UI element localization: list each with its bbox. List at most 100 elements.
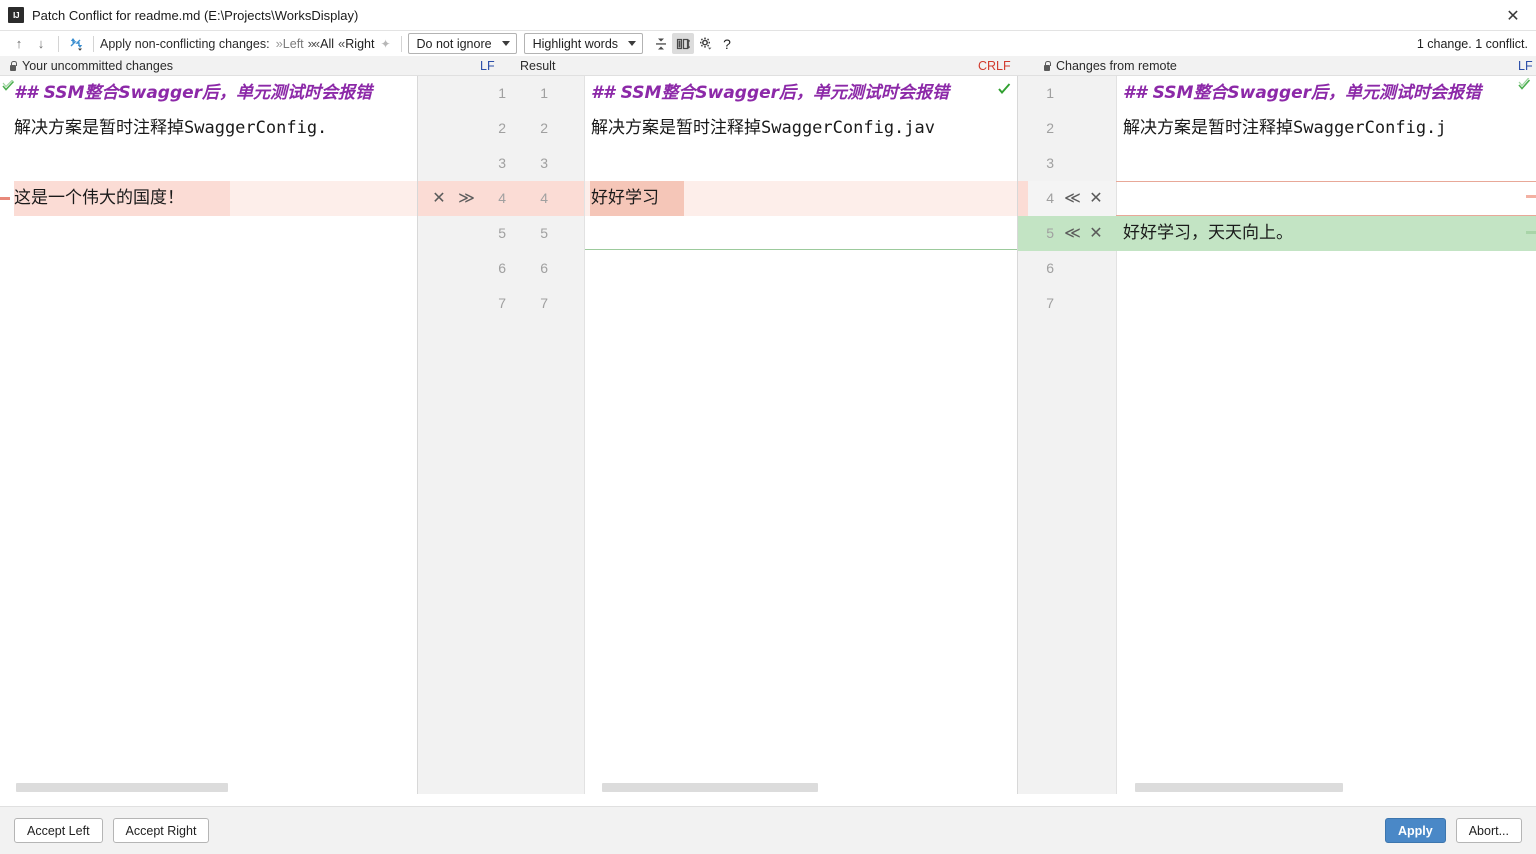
- right-linenumber-5: 5: [1046, 225, 1054, 241]
- result-right-linenumber-3: 3: [540, 155, 548, 171]
- app-icon: [8, 7, 24, 23]
- result-right-linenumber-6: 6: [540, 260, 548, 276]
- apply-right-label: Right: [345, 36, 375, 51]
- window-title: Patch Conflict for readme.md (E:\Project…: [32, 7, 359, 23]
- right-editor-pane[interactable]: ≪ ✕ ≪ ✕ 1 2 3 4 5 6 7 ## SSM整合Swagger后，单…: [1018, 76, 1536, 794]
- apply-left-button[interactable]: » Left: [276, 36, 304, 51]
- apply-nonconflicting-label: Apply non-conflicting changes:: [100, 36, 270, 51]
- pane-header-bar: Your uncommitted changes LF Result CRLF …: [0, 56, 1536, 76]
- result-right-linenumber-2: 2: [540, 120, 548, 136]
- right-line-5-text: 好好学习，天天向上。: [1123, 223, 1293, 243]
- left-change-marker[interactable]: [0, 197, 10, 200]
- right-linenumber-7: 7: [1046, 295, 1054, 311]
- right-linenumber-3: 3: [1046, 155, 1054, 171]
- chevron-down-icon-2: [628, 41, 637, 46]
- right-scrollbar-thumb[interactable]: [1135, 783, 1343, 792]
- right-linenumber-2: 2: [1046, 120, 1054, 136]
- result-left-linenumber-6: 6: [498, 260, 506, 276]
- left-line-separator-badge[interactable]: LF: [480, 56, 495, 76]
- highlight-policy-value: Highlight words: [532, 36, 619, 51]
- resolve-conflicts-icon[interactable]: [65, 33, 87, 55]
- result-right-linenumber-5: 5: [540, 225, 548, 241]
- title-bar: Patch Conflict for readme.md (E:\Project…: [0, 0, 1536, 31]
- left-pane-title: Your uncommitted changes: [22, 59, 174, 73]
- magic-wand-icon[interactable]: ✦: [380, 37, 390, 51]
- chevron-both-icon: »«: [307, 36, 321, 51]
- apply-right-button[interactable]: « Right: [338, 36, 374, 51]
- toolbar-separator-3: [400, 35, 402, 52]
- apply-all-label: All: [320, 36, 335, 51]
- chevron-left-icon: «: [338, 36, 345, 51]
- abort-button[interactable]: Abort...: [1455, 818, 1522, 843]
- left-line-2-text: 解决方案是暂时注释掉SwaggerConfig.: [14, 118, 328, 138]
- result-line-2-text: 解决方案是暂时注释掉SwaggerConfig.jav: [591, 118, 935, 138]
- right-linenumber-4: 4: [1046, 190, 1054, 206]
- apply-all-button[interactable]: »« All: [308, 36, 334, 51]
- result-added-marker-line: [585, 249, 1018, 250]
- diff-toolbar: ↑ ↓ Apply non-conflicting changes: » Lef…: [0, 31, 1536, 56]
- result-horizontal-scrollbar[interactable]: [585, 781, 1018, 794]
- synchronize-scroll-icon[interactable]: [672, 33, 695, 54]
- left-conflict-highlight-tail: [230, 181, 418, 216]
- chevron-down-icon: [501, 41, 510, 46]
- toolbar-separator-1: [58, 35, 59, 52]
- highlight-policy-select[interactable]: Highlight words: [523, 33, 644, 54]
- left-line-4-text: 这是一个伟大的国度！: [14, 188, 184, 208]
- result-line-separator-badge[interactable]: CRLF: [978, 56, 1011, 76]
- result-left-linenumber-4: 4: [498, 190, 506, 206]
- toolbar-separator-2: [93, 35, 94, 52]
- right-linenumber-1: 1: [1046, 85, 1054, 101]
- result-editor-pane[interactable]: ✕ ≫ 1 2 3 4 5 6 7 1 2 3 4 5 6 7 ## SSM整合…: [418, 76, 1018, 794]
- footer-bar: Accept Left Accept Right Apply Abort...: [0, 806, 1536, 854]
- right-linenumber-6: 6: [1046, 260, 1054, 276]
- right-edge-conflict-marker[interactable]: [1526, 195, 1536, 198]
- right-revert-icon-row5[interactable]: ✕: [1086, 216, 1106, 251]
- result-right-linenumber-1: 1: [540, 85, 548, 101]
- result-left-linenumber-1: 1: [498, 85, 506, 101]
- right-accept-left-icon-row5[interactable]: ≪: [1060, 216, 1082, 251]
- diff-panes: ## SSM整合Swagger后，单元测试时会报错 解决方案是暂时注释掉Swag…: [0, 76, 1536, 794]
- right-pane-header: Changes from remote: [1042, 56, 1177, 76]
- gear-icon[interactable]: [694, 33, 716, 54]
- result-line-4-text: 好好学习: [591, 188, 659, 208]
- right-edge-added-marker[interactable]: [1526, 231, 1536, 234]
- ignore-policy-select[interactable]: Do not ignore: [407, 33, 517, 54]
- result-left-linenumber-5: 5: [498, 225, 506, 241]
- left-editor-pane[interactable]: ## SSM整合Swagger后，单元测试时会报错 解决方案是暂时注释掉Swag…: [0, 76, 418, 794]
- previous-change-icon[interactable]: ↑: [8, 33, 30, 55]
- result-pane-title: Result: [520, 59, 556, 73]
- left-line-1-text: ## SSM整合Swagger后，单元测试时会报错: [14, 83, 373, 103]
- result-revert-conflict-icon[interactable]: ✕: [430, 181, 448, 216]
- chevron-right-icon: »: [275, 36, 283, 51]
- apply-button[interactable]: Apply: [1384, 818, 1446, 843]
- footer-left-buttons: Accept Left Accept Right: [14, 818, 210, 843]
- accept-left-button[interactable]: Accept Left: [14, 818, 103, 843]
- collapse-unchanged-icon[interactable]: [650, 33, 672, 54]
- right-accept-left-icon-row4[interactable]: ≪: [1060, 181, 1082, 216]
- result-inspection-ok-icon: [998, 82, 1011, 95]
- close-icon[interactable]: ✕: [1490, 0, 1536, 31]
- right-pane-title: Changes from remote: [1056, 59, 1177, 73]
- right-revert-icon-row4[interactable]: ✕: [1086, 181, 1106, 216]
- right-inspection-ok-icon: [1518, 76, 1531, 91]
- result-right-linenumber-4: 4: [540, 190, 548, 206]
- left-scrollbar-thumb[interactable]: [16, 783, 228, 792]
- next-change-icon[interactable]: ↓: [30, 33, 52, 55]
- change-status: 1 change. 1 conflict.: [1416, 36, 1528, 51]
- help-icon[interactable]: ?: [716, 33, 738, 54]
- result-line-1-text: ## SSM整合Swagger后，单元测试时会报错: [591, 83, 950, 103]
- result-left-linenumber-3: 3: [498, 155, 506, 171]
- accept-right-button[interactable]: Accept Right: [112, 818, 210, 843]
- right-line-separator-badge[interactable]: LF: [1518, 56, 1533, 76]
- result-left-linenumber-7: 7: [498, 295, 506, 311]
- result-scrollbar-thumb[interactable]: [602, 783, 818, 792]
- left-horizontal-scrollbar[interactable]: [0, 781, 418, 794]
- right-gutter-border: [1116, 76, 1117, 794]
- apply-left-label: Left: [282, 36, 304, 51]
- result-right-linenumber-7: 7: [540, 295, 548, 311]
- lock-icon: [8, 61, 17, 71]
- ignore-policy-value: Do not ignore: [416, 36, 492, 51]
- left-pane-header: Your uncommitted changes: [8, 56, 173, 76]
- right-horizontal-scrollbar[interactable]: [1117, 781, 1536, 794]
- right-line-2-text: 解决方案是暂时注释掉SwaggerConfig.j: [1123, 118, 1447, 138]
